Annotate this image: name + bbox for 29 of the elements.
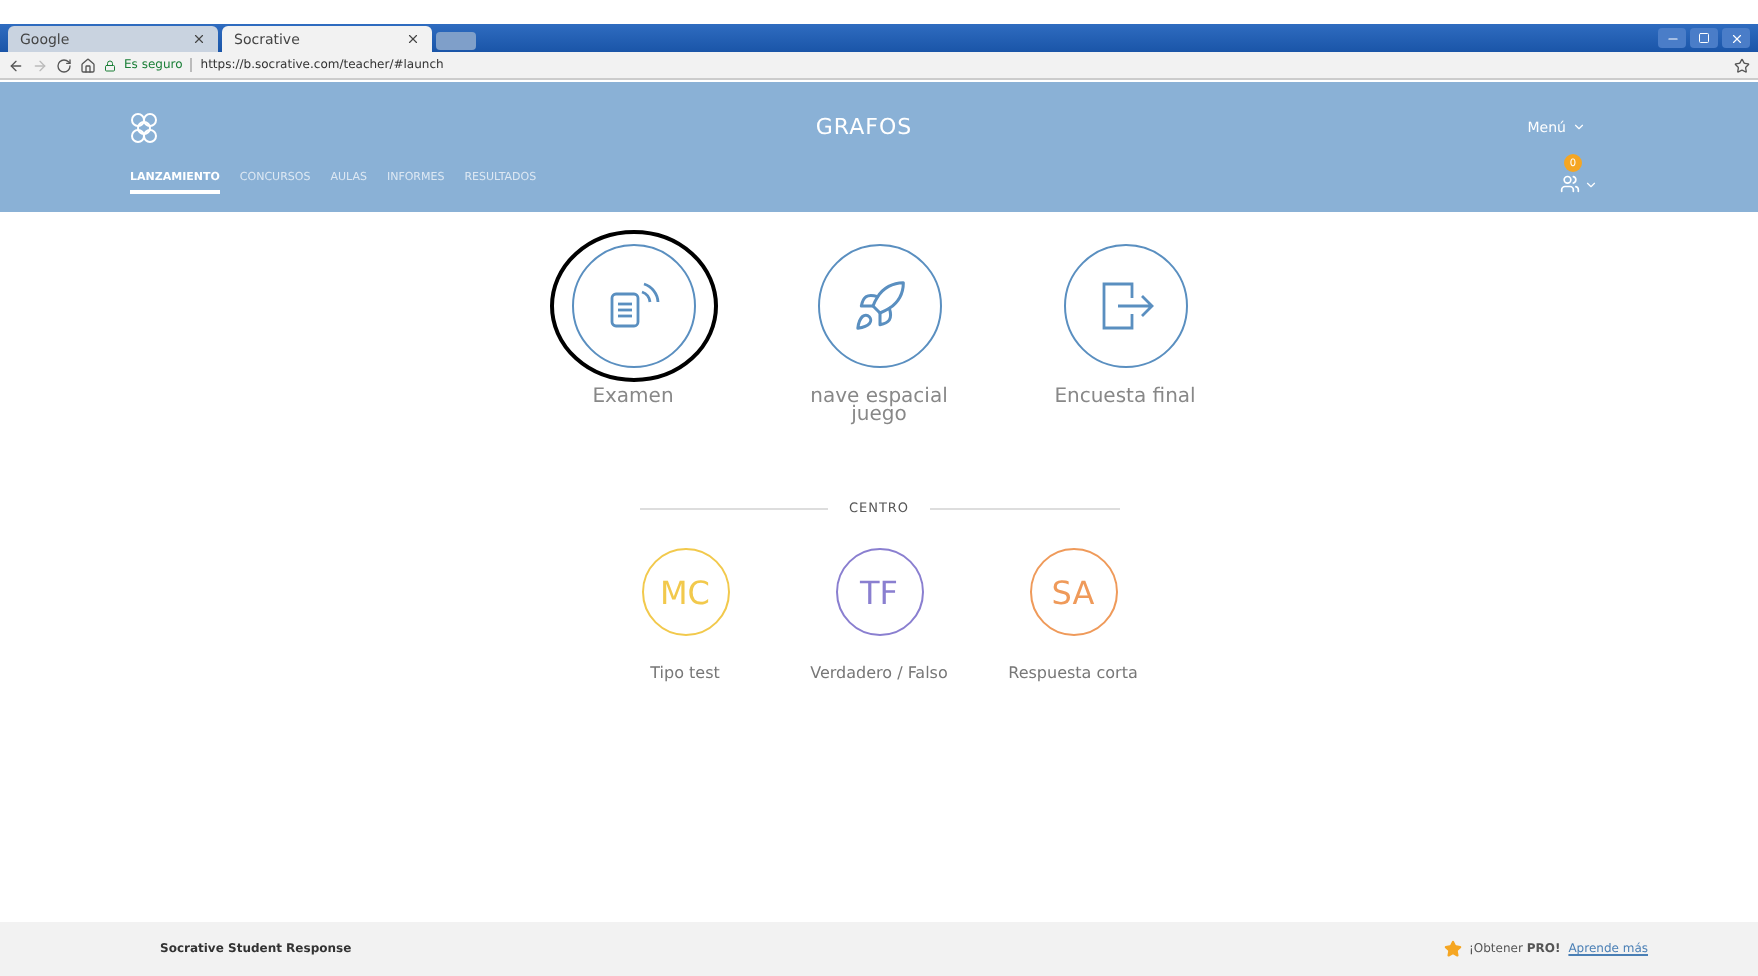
minimize-button[interactable] (1658, 28, 1686, 48)
close-icon (1729, 31, 1743, 45)
close-icon[interactable] (192, 32, 206, 46)
maximize-icon (1698, 32, 1710, 44)
question-type-label: Tipo test (650, 664, 720, 682)
back-icon[interactable] (8, 57, 24, 73)
chevron-down-icon (1584, 177, 1598, 191)
close-button[interactable] (1722, 28, 1750, 48)
lock-icon (104, 59, 116, 71)
question-type-label: Verdadero / Falso (810, 664, 948, 682)
bookmark-star-icon[interactable] (1734, 57, 1750, 73)
star-icon (1444, 940, 1463, 958)
users-icon (1560, 174, 1580, 194)
question-type-button[interactable]: SA (1029, 548, 1117, 636)
activity-label: Examen (590, 388, 676, 406)
maximize-button[interactable] (1690, 28, 1718, 48)
question-type-button[interactable]: MC (641, 548, 729, 636)
question-type-button[interactable]: TF (835, 548, 923, 636)
reload-icon[interactable] (56, 57, 72, 73)
document-signal-icon (605, 280, 661, 332)
chevron-down-icon (1572, 120, 1586, 134)
activity-label: nave espacial juego (808, 388, 950, 424)
question-type-label: Respuesta corta (1008, 664, 1138, 682)
page-title: GRAFOS (815, 114, 913, 140)
activity-button[interactable] (571, 244, 695, 368)
rocket-icon (851, 278, 907, 334)
home-icon[interactable] (80, 57, 96, 73)
close-icon[interactable] (406, 32, 420, 46)
activity-label: Encuesta final (1052, 388, 1198, 406)
